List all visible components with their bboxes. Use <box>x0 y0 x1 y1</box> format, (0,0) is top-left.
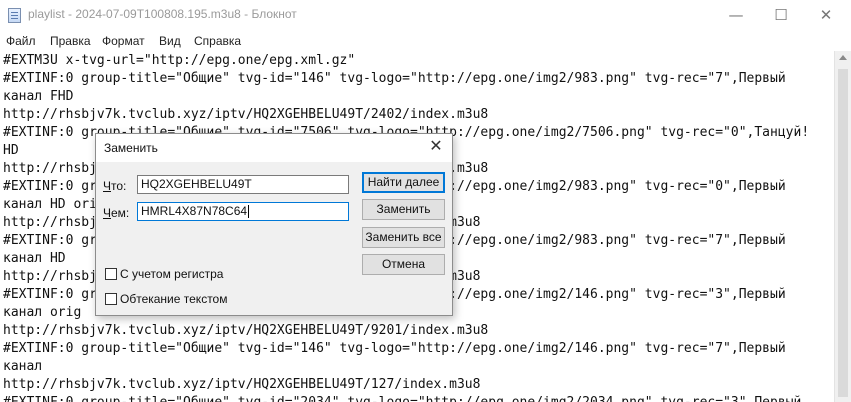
replace-button[interactable]: Заменить <box>362 199 445 220</box>
editor-line: #EXTINF:0 group-title="Общие" tvg-id="14… <box>3 71 786 86</box>
editor-line: канал orig <box>3 305 82 320</box>
match-case-checkbox[interactable] <box>105 268 117 280</box>
scrollbar-thumb[interactable] <box>838 69 848 397</box>
notepad-icon <box>8 8 21 23</box>
editor-line: канал HD orig <box>3 197 105 212</box>
replace-dialog: Заменить ✕ Что: HQ2XGEHBELU49T Чем: HMRL… <box>95 133 453 316</box>
window-title: playlist - 2024-07-09T100808.195.m3u8 - … <box>28 7 297 21</box>
editor-line: http://rhsbjv7k.tvclub.xyz/iptv/HQ2XGEHB… <box>3 107 489 122</box>
wrap-around-label[interactable]: Обтекание текстом <box>120 292 227 306</box>
replace-all-button[interactable]: Заменить все <box>362 227 445 248</box>
replace-input[interactable]: HMRL4X87N78C64 <box>137 202 349 221</box>
find-label: Что: <box>103 179 127 193</box>
editor-line: http://rhsbjv7k.tvclub.xyz/iptv/HQ2XGEHB… <box>3 323 489 338</box>
minimize-button[interactable]: — <box>713 0 759 31</box>
dialog-close-icon[interactable]: ✕ <box>426 137 446 157</box>
menu-help[interactable]: Справка <box>194 34 241 48</box>
menu-bar: Файл Правка Формат Вид Справка <box>0 31 851 51</box>
editor-line: HD <box>3 143 19 158</box>
editor-line: канал FHD <box>3 89 74 104</box>
find-next-button[interactable]: Найти далее <box>362 172 445 193</box>
cancel-button[interactable]: Отмена <box>362 254 445 275</box>
editor-line: канал <box>3 359 43 374</box>
wrap-around-checkbox[interactable] <box>105 293 117 305</box>
editor-line: канал HD <box>3 251 66 266</box>
dialog-title-bar: Заменить ✕ <box>96 134 452 162</box>
menu-format[interactable]: Формат <box>102 34 145 48</box>
menu-edit[interactable]: Правка <box>50 34 91 48</box>
menu-file[interactable]: Файл <box>6 34 36 48</box>
editor-line: http://rhsbjv7k.tvclub.xyz/iptv/HQ2XGEHB… <box>3 377 481 392</box>
find-input[interactable]: HQ2XGEHBELU49T <box>137 175 349 194</box>
close-button[interactable]: ✕ <box>803 0 849 31</box>
menu-view[interactable]: Вид <box>159 34 181 48</box>
vertical-scrollbar[interactable] <box>834 51 851 402</box>
dialog-title: Заменить <box>104 141 158 155</box>
match-case-label[interactable]: С учетом регистра <box>120 267 223 281</box>
scroll-up-arrow-icon[interactable] <box>839 55 847 60</box>
maximize-button[interactable]: ☐ <box>758 0 804 31</box>
replace-label: Чем: <box>103 206 130 220</box>
editor-line: #EXTINF:0 group-title="Общие" tvg-id="14… <box>3 341 786 356</box>
title-bar: playlist - 2024-07-09T100808.195.m3u8 - … <box>0 0 851 31</box>
editor-line: #EXTM3U x-tvg-url="http://epg.one/epg.xm… <box>3 53 356 68</box>
editor-line: #EXTINF:0 group-title="Общие" tvg-id="20… <box>3 394 801 402</box>
